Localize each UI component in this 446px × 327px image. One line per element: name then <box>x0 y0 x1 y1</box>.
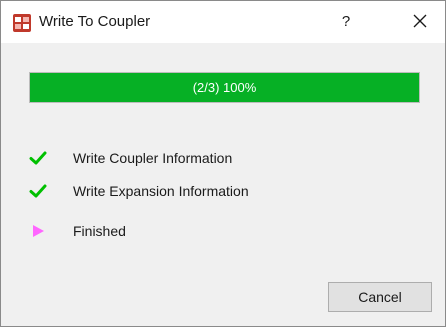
write-to-coupler-dialog: Write To Coupler ? (2/3) 100% Write Coup… <box>0 0 446 327</box>
checkmark-icon <box>29 151 47 165</box>
step-label: Write Coupler Information <box>73 150 233 166</box>
window-title: Write To Coupler <box>39 13 151 30</box>
close-icon <box>413 14 427 28</box>
checkmark-icon <box>29 184 47 198</box>
close-button[interactable] <box>401 7 439 37</box>
step-label: Finished <box>73 223 126 239</box>
step-finished: Finished <box>29 220 429 242</box>
step-write-expansion-information: Write Expansion Information <box>29 180 429 202</box>
step-write-coupler-information: Write Coupler Information <box>29 147 429 169</box>
coupler-app-icon <box>13 14 31 32</box>
progress-bar: (2/3) 100% <box>29 72 420 103</box>
arrow-right-icon <box>33 225 44 237</box>
step-label: Write Expansion Information <box>73 183 249 199</box>
title-bar[interactable]: Write To Coupler ? <box>1 1 445 43</box>
progress-text: (2/3) 100% <box>192 80 257 95</box>
help-button[interactable]: ? <box>331 7 361 37</box>
cancel-button[interactable]: Cancel <box>328 282 432 312</box>
